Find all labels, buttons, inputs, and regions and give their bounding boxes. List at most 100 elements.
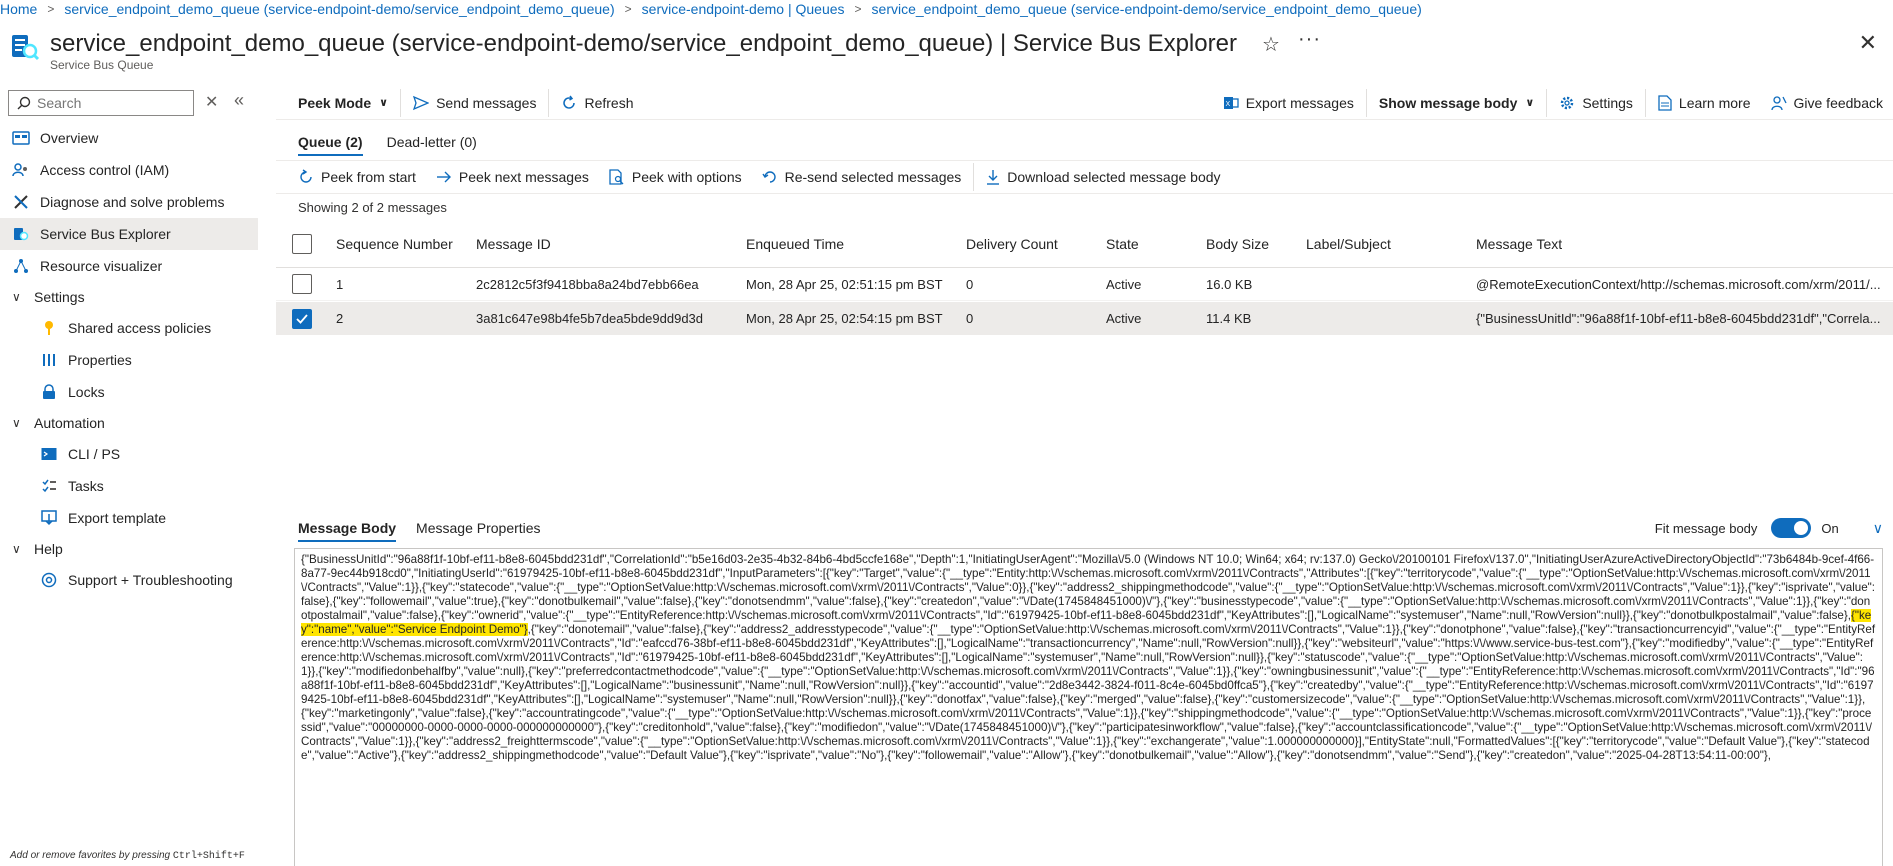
sidebar-item-shared-access-policies[interactable]: Shared access policies	[0, 312, 258, 344]
arrow-right-icon	[436, 171, 451, 183]
key-icon	[40, 319, 58, 337]
row-checkbox[interactable]	[292, 274, 312, 294]
sidebar-item-locks[interactable]: Locks	[0, 376, 258, 408]
sidebar-item-iam[interactable]: Access control (IAM)	[0, 154, 258, 186]
breadcrumb-queue[interactable]: service_endpoint_demo_queue (service-end…	[64, 1, 614, 17]
row-checkbox[interactable]	[292, 308, 312, 329]
fit-message-body-toggle[interactable]	[1771, 518, 1812, 538]
clear-search-icon[interactable]: ✕	[205, 92, 218, 112]
breadcrumb-home[interactable]: Home	[0, 1, 37, 17]
send-messages-button[interactable]: Send messages	[403, 86, 546, 120]
column-header-label[interactable]: Label/Subject	[1306, 236, 1391, 252]
export-template-icon	[40, 509, 58, 527]
command-bar-right: X Export messages Show message body ∨ Se…	[1213, 86, 1893, 120]
sidebar-group-automation[interactable]: ∨ Automation	[0, 408, 258, 438]
cell-message-id: 2c2812c5f3f9418bba8a24bd7ebb66ea	[476, 276, 699, 292]
export-messages-button[interactable]: X Export messages	[1213, 86, 1364, 120]
show-message-body-dropdown[interactable]: Show message body ∨	[1369, 86, 1544, 120]
give-feedback-button[interactable]: Give feedback	[1761, 86, 1893, 120]
terminal-icon	[40, 445, 58, 463]
sidebar-item-label: Properties	[68, 352, 132, 368]
favorites-hint-keys: Ctrl+Shift+F	[172, 851, 245, 862]
sidebar-item-label: CLI / PS	[68, 446, 121, 462]
cell-enqueued: Mon, 28 Apr 25, 02:51:15 pm BST	[746, 276, 943, 292]
message-body-viewer[interactable]: {"BusinessUnitId":"96a88f1f-10bf-ef11-b8…	[294, 548, 1883, 866]
column-header-enqueued[interactable]: Enqueued Time	[746, 236, 844, 252]
resend-button[interactable]: Re-send selected messages	[752, 160, 972, 194]
cell-delivery: 0	[966, 311, 974, 326]
peek-with-options-button[interactable]: Peek with options	[599, 160, 752, 194]
cell-body-size: 11.4 KB	[1206, 311, 1252, 326]
table-row[interactable]: 1 2c2812c5f3f9418bba8a24bd7ebb66ea Mon, …	[276, 268, 1893, 301]
column-header-sequence[interactable]: Sequence Number	[336, 236, 453, 252]
sidebar-item-overview[interactable]: Overview	[0, 122, 258, 154]
service-bus-explorer-icon	[12, 35, 40, 61]
lock-icon	[40, 383, 58, 401]
column-header-state[interactable]: State	[1106, 236, 1139, 252]
sidebar-nav: Overview Access control (IAM) Diagnose a…	[0, 122, 258, 596]
sidebar-item-properties[interactable]: Properties	[0, 344, 258, 376]
graph-icon	[12, 257, 30, 275]
sidebar-item-support[interactable]: Support + Troubleshooting	[0, 564, 258, 596]
send-icon	[413, 95, 430, 110]
favorites-hint: Add or remove favorites by pressing Ctrl…	[10, 850, 245, 862]
refresh-icon	[563, 95, 576, 109]
peek-from-start-label: Peek from start	[321, 169, 416, 185]
cell-message-text: {"BusinessUnitId":"96a88f1f-10bf-ef11-b8…	[1476, 311, 1881, 326]
sidebar-item-cli-ps[interactable]: CLI / PS	[0, 438, 258, 470]
refresh-button[interactable]: Refresh	[551, 86, 643, 120]
divider	[1546, 88, 1548, 117]
breadcrumb-queues[interactable]: service-endpoint-demo | Queues	[642, 1, 845, 17]
sidebar-item-export-template[interactable]: Export template	[0, 502, 258, 534]
cell-state: Active	[1106, 311, 1142, 326]
column-header-delivery[interactable]: Delivery Count	[966, 236, 1058, 252]
breadcrumb-queue-current[interactable]: service_endpoint_demo_queue (service-end…	[872, 1, 1422, 17]
tab-queue[interactable]: Queue (2)	[290, 126, 371, 158]
svg-text:X: X	[1225, 101, 1230, 108]
message-body-text-rest: ,{"key":"donotemail","value":false},{"ke…	[301, 623, 1876, 762]
tab-message-properties[interactable]: Message Properties	[408, 512, 549, 544]
cell-sequence: 1	[336, 276, 344, 292]
peek-mode-dropdown[interactable]: Peek Mode ∨	[276, 86, 398, 120]
chevron-down-icon[interactable]: ∨	[1873, 520, 1883, 537]
column-header-message-text[interactable]: Message Text	[1476, 236, 1562, 252]
sidebar-group-help[interactable]: ∨ Help	[0, 534, 258, 564]
chevron-right-icon: >	[624, 2, 632, 16]
cell-message-id: 3a81c647e98b4fe5b7dea5bde9dd9d3d	[476, 311, 704, 326]
settings-button[interactable]: Settings	[1549, 86, 1643, 120]
collapse-sidebar-icon[interactable]: «	[234, 90, 244, 111]
learn-more-button[interactable]: Learn more	[1648, 86, 1761, 120]
sidebar-group-settings[interactable]: ∨ Settings	[0, 282, 258, 312]
sidebar-item-diagnose[interactable]: Diagnose and solve problems	[0, 186, 258, 218]
page-header: service_endpoint_demo_queue (service-end…	[10, 26, 1893, 74]
feedback-icon	[1770, 95, 1787, 110]
close-icon[interactable]: ✕	[1859, 30, 1877, 56]
column-header-message-id[interactable]: Message ID	[476, 236, 551, 252]
give-feedback-label: Give feedback	[1793, 94, 1884, 111]
tab-message-body[interactable]: Message Body	[290, 512, 404, 544]
table-row[interactable]: 2 3a81c647e98b4fe5b7dea5bde9dd9d3d Mon, …	[276, 302, 1893, 335]
sidebar-search-box[interactable]	[8, 90, 194, 116]
cell-body-size: 16.0 KB	[1206, 276, 1253, 292]
more-icon[interactable]: ···	[1298, 28, 1321, 51]
sidebar-item-resource-visualizer[interactable]: Resource visualizer	[0, 250, 258, 282]
refresh-label: Refresh	[584, 94, 634, 111]
peek-from-start-button[interactable]: Peek from start	[288, 160, 426, 194]
sidebar-item-service-bus-explorer[interactable]: Service Bus Explorer	[0, 218, 258, 250]
divider	[973, 163, 975, 191]
tab-dead-letter[interactable]: Dead-letter (0)	[379, 126, 485, 158]
gear-icon	[1561, 96, 1574, 109]
chevron-down-icon: ∨	[379, 97, 389, 109]
select-all-checkbox[interactable]	[292, 233, 312, 254]
download-body-button[interactable]: Download selected message body	[976, 160, 1230, 194]
cell-sequence: 2	[336, 311, 344, 326]
page-subtitle: Service Bus Queue	[50, 58, 154, 72]
peek-next-button[interactable]: Peek next messages	[426, 160, 599, 194]
column-header-body-size[interactable]: Body Size	[1206, 236, 1269, 252]
sidebar-item-label: Diagnose and solve problems	[40, 194, 225, 210]
peek-mode-label: Peek Mode	[298, 94, 372, 111]
divider	[1365, 88, 1367, 117]
star-icon[interactable]: ☆	[1262, 32, 1280, 57]
sidebar-search-input[interactable]	[37, 95, 187, 111]
sidebar-item-tasks[interactable]: Tasks	[0, 470, 258, 502]
